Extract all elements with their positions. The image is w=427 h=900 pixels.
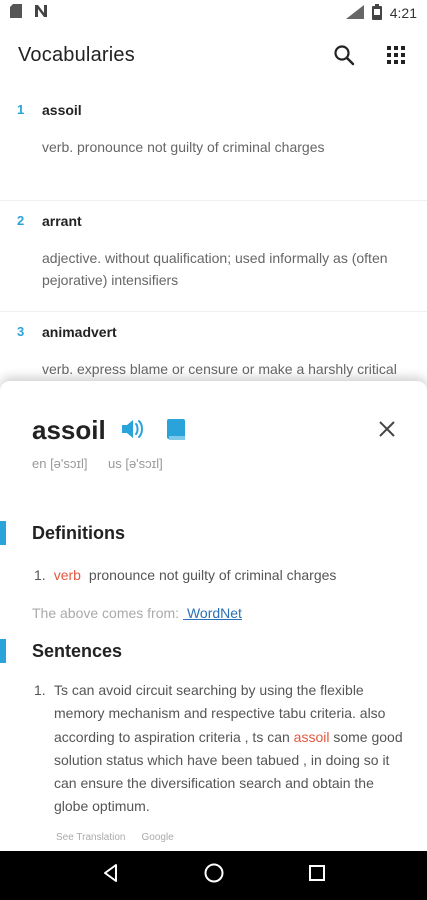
vocab-list-item[interactable]: 1 assoil verb. pronounce not guilty of c…	[0, 90, 427, 201]
vocab-index: 1	[17, 102, 25, 117]
sentence-item: 1. Ts can avoid circuit searching by usi…	[34, 679, 404, 819]
wordnet-link[interactable]: WordNet	[183, 605, 242, 621]
close-icon	[379, 421, 395, 437]
back-button[interactable]	[101, 863, 121, 888]
vocab-index: 2	[17, 213, 25, 228]
status-bar: 4:21	[0, 0, 427, 26]
app-bar: Vocabularies	[0, 26, 427, 84]
add-to-wordbook-button[interactable]	[167, 419, 185, 446]
see-translation-link[interactable]: See Translation	[56, 832, 126, 843]
sentence-highlight: assoil	[293, 728, 330, 745]
pronounce-button[interactable]	[120, 417, 146, 446]
recents-square-icon	[308, 865, 325, 881]
phonetic-en[interactable]: en [ə'sɔɪl]	[32, 456, 88, 471]
sentence-number: 1.	[34, 682, 46, 698]
translation-provider: Google	[141, 832, 174, 843]
vocab-list: 1 assoil verb. pronounce not guilty of c…	[0, 90, 427, 423]
vocab-definition: verb. pronounce not guilty of criminal c…	[42, 139, 325, 155]
grid-icon	[387, 46, 405, 64]
notification-n-icon	[34, 3, 48, 23]
source-note: The above comes from: WordNet	[32, 605, 242, 621]
sd-card-icon	[10, 3, 22, 23]
vocab-word: arrant	[42, 213, 82, 229]
section-marker	[0, 639, 6, 663]
search-button[interactable]	[331, 42, 357, 68]
close-button[interactable]	[377, 419, 397, 444]
status-time: 4:21	[389, 5, 417, 21]
word-detail-sheet: assoil en [ə'sɔɪl] us [ə'sɔɪl] Definitio…	[0, 381, 427, 851]
search-icon	[334, 45, 355, 66]
page-title: Vocabularies	[18, 43, 135, 66]
vocab-list-item[interactable]: 2 arrant adjective. without qualificatio…	[0, 201, 427, 312]
sentence-text: Ts can avoid circuit searching by using …	[54, 679, 404, 819]
vocab-word: assoil	[42, 102, 82, 118]
grid-menu-button[interactable]	[383, 42, 409, 68]
section-marker	[0, 521, 6, 545]
book-icon	[167, 419, 185, 440]
part-of-speech: verb	[53, 567, 81, 583]
vocab-definition: verb. express blame or censure or make a…	[42, 361, 397, 377]
source-prefix: The above comes from:	[32, 605, 180, 621]
navigation-bar	[0, 851, 427, 900]
detail-word: assoil	[32, 415, 106, 445]
signal-icon	[345, 4, 364, 22]
sentences-heading: Sentences	[32, 641, 123, 661]
definitions-heading: Definitions	[32, 523, 125, 543]
sentence-meta: See Translation Google	[56, 832, 174, 843]
back-triangle-icon	[104, 864, 118, 882]
phonetic-us[interactable]: us [ə'sɔɪl]	[108, 456, 163, 471]
battery-icon	[371, 3, 382, 23]
speaker-icon	[122, 420, 143, 438]
definition-number: 1.	[34, 567, 46, 583]
vocab-index: 3	[17, 324, 25, 339]
definition-text: pronounce not guilty of criminal charges	[88, 567, 337, 583]
home-circle-icon	[204, 863, 224, 883]
home-button[interactable]	[203, 862, 225, 889]
recents-button[interactable]	[308, 864, 326, 887]
vocab-word: animadvert	[42, 324, 117, 340]
definition-item: 1. verb pronounce not guilty of criminal c…	[34, 567, 336, 583]
vocab-definition: adjective. without qualification; used i…	[42, 250, 388, 288]
